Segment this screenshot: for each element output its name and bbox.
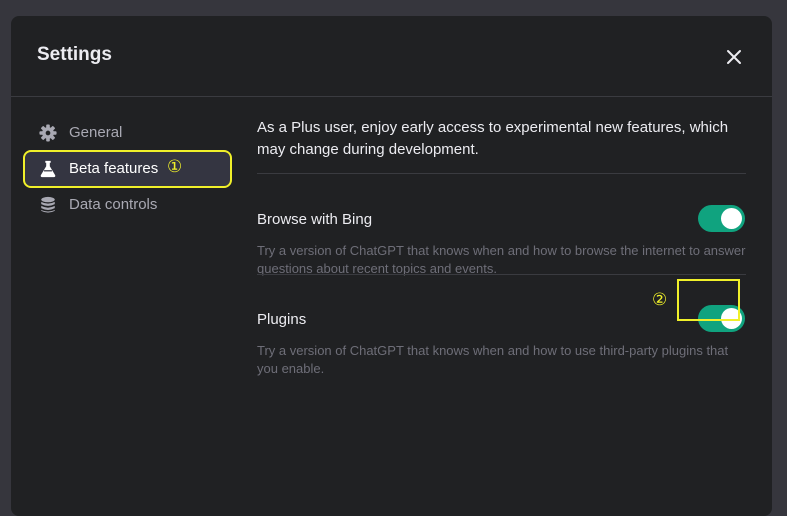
flask-icon bbox=[40, 160, 56, 178]
sidebar-item-beta-features[interactable]: Beta features ① bbox=[23, 150, 232, 188]
divider bbox=[257, 274, 746, 275]
sidebar-item-label: Beta features bbox=[69, 160, 159, 177]
close-icon bbox=[727, 50, 741, 64]
feature-title-browse-with-bing: Browse with Bing bbox=[257, 211, 373, 228]
annotation-marker-2: ② bbox=[652, 290, 668, 310]
browse-with-bing-toggle[interactable] bbox=[698, 205, 745, 232]
sidebar-item-general[interactable]: General bbox=[25, 116, 230, 150]
feature-description-plugins: Try a version of ChatGPT that knows when… bbox=[257, 343, 729, 376]
feature-title-plugins: Plugins bbox=[257, 311, 307, 328]
sidebar-item-label: Data controls bbox=[69, 196, 158, 213]
close-button[interactable] bbox=[723, 46, 745, 68]
sidebar-item-label: General bbox=[69, 124, 123, 141]
divider bbox=[257, 173, 746, 174]
sidebar-item-data-controls[interactable]: Data controls bbox=[25, 188, 230, 222]
annotation-marker-1: ① bbox=[167, 157, 183, 177]
beta-intro-text: As a Plus user, enjoy early access to ex… bbox=[257, 119, 729, 158]
database-icon bbox=[41, 196, 55, 213]
plugins-toggle-highlight bbox=[677, 279, 740, 321]
dialog-title: Settings bbox=[37, 44, 112, 65]
dialog-header: Settings bbox=[11, 16, 772, 97]
gear-icon bbox=[39, 124, 57, 142]
toggle-knob bbox=[721, 208, 742, 229]
feature-description-browse-with-bing: Try a version of ChatGPT that knows when… bbox=[257, 243, 746, 276]
settings-dialog: Settings General Beta features ① Data co… bbox=[11, 16, 772, 516]
